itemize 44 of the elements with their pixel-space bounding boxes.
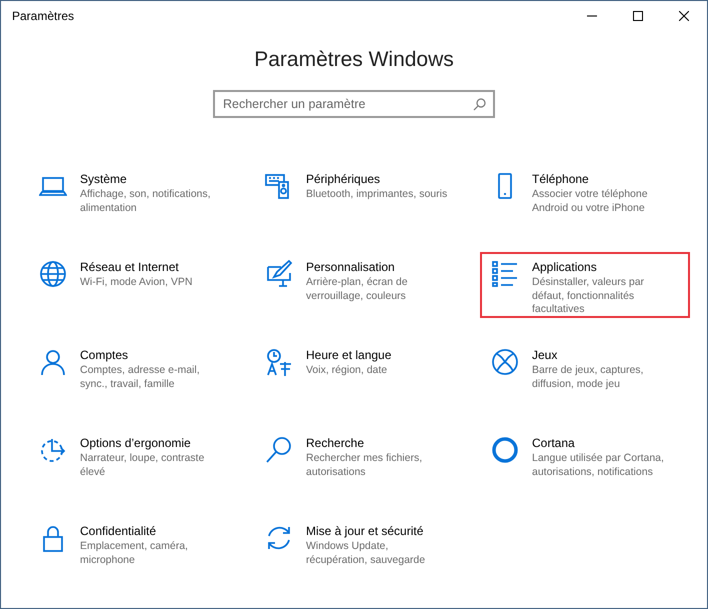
category-title[interactable]: Confidentialité: [80, 524, 225, 538]
category-description: Voix, région, date: [306, 364, 388, 378]
refresh-icon: [265, 524, 293, 552]
category-title[interactable]: Périphériques: [306, 172, 451, 186]
category-description: Langue utilisée par Cortana, autorisations, notifications: [532, 452, 665, 479]
category-description: Emplacement, caméra, microphone: [80, 540, 189, 567]
search-icon: [265, 436, 293, 464]
category-description: Barre de jeux, captures, diffusion, mode jeu: [532, 364, 644, 391]
category-title[interactable]: Comptes: [80, 348, 225, 362]
globe-icon: [39, 260, 67, 288]
ring-icon: [491, 436, 519, 464]
category-title[interactable]: Heure et langue: [306, 348, 451, 362]
category-title[interactable]: Options d’ergonomie: [80, 436, 225, 450]
maximize-icon: [633, 11, 643, 21]
category-description: Comptes, adresse e-mail, sync., travail, famille: [80, 364, 201, 391]
search-field[interactable]: Rechercher un paramètre: [213, 90, 495, 118]
category-description: Windows Update, récupération, sauvegarde: [306, 540, 426, 567]
category-description: Affichage, son, notifications, alimentation: [80, 188, 212, 215]
x-ball-icon: [491, 348, 519, 376]
category-title[interactable]: Jeux: [532, 348, 677, 362]
search-icon: [473, 98, 486, 111]
category-description: Désinstaller, valeurs par défaut, fonctionnalités facultatives: [532, 276, 646, 316]
category-title[interactable]: Applications: [532, 260, 677, 274]
pen-monitor-icon: [265, 260, 293, 288]
category-title[interactable]: Recherche: [306, 436, 451, 450]
category-title[interactable]: Mise à jour et sécurité: [306, 524, 451, 538]
category-title[interactable]: Téléphone: [532, 172, 677, 186]
language-icon: [265, 348, 293, 376]
category-description: Associer votre téléphone Android ou votre iPhone: [532, 188, 649, 215]
category-description: Rechercher mes fichiers, autorisations: [306, 452, 424, 479]
category-title[interactable]: Système: [80, 172, 225, 186]
close-icon: [679, 11, 689, 21]
category-title[interactable]: Cortana: [532, 436, 677, 450]
category-description: Narrateur, loupe, contraste élevé: [80, 452, 206, 479]
person-icon: [39, 348, 67, 376]
category-description: Arrière-plan, écran de verrouillage, couleurs: [306, 276, 409, 303]
category-title[interactable]: Personnalisation: [306, 260, 451, 274]
category-description: Wi-Fi, mode Avion, VPN: [80, 276, 194, 290]
window-title: Paramètres: [12, 9, 74, 23]
list-icon: [491, 260, 519, 288]
category-title[interactable]: Réseau et Internet: [80, 260, 225, 274]
dashed-clock-icon: [39, 436, 67, 464]
page-heading: Paramètres Windows: [253, 48, 455, 72]
category-description: Bluetooth, imprimantes, souris: [306, 188, 448, 202]
